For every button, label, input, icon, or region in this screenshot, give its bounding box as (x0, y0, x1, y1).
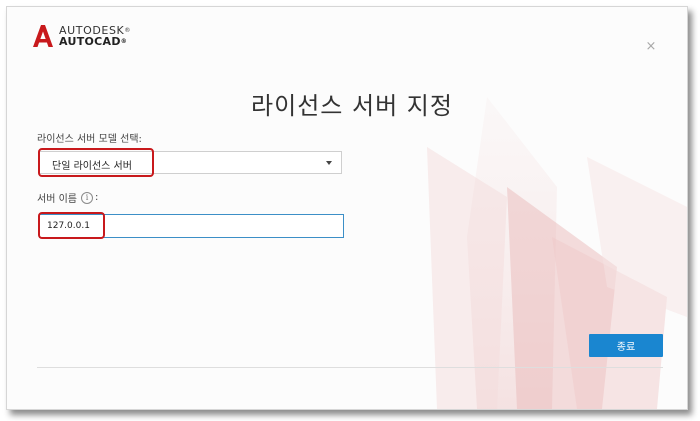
autodesk-autocad-logo: AUTODESK® AUTOCAD® (33, 25, 131, 47)
server-name-label-text: 서버 이름 (37, 194, 77, 205)
server-mode-dropdown[interactable]: 단일 라이선스 서버 (39, 151, 342, 174)
server-name-label-colon: : (94, 192, 99, 203)
finish-button[interactable]: 종료 (589, 334, 663, 357)
server-name-input[interactable] (39, 214, 344, 238)
info-icon[interactable]: i (80, 191, 93, 204)
footer-divider (37, 367, 663, 368)
product-name: AUTOCAD® (59, 35, 128, 48)
autodesk-a-logo-icon (33, 25, 53, 47)
license-dialog: AUTODESK® AUTOCAD® × 라이선스 서버 지정 라이선스 서버 … (6, 6, 688, 410)
server-mode-selected-value: 단일 라이선스 서버 (52, 161, 132, 172)
page-title: 라이선스 서버 지정 (251, 92, 453, 120)
server-name-label: 서버 이름 i : (37, 190, 98, 205)
close-icon[interactable]: × (644, 40, 658, 54)
server-mode-label: 라이선스 서버 모델 선택: (37, 134, 142, 145)
chevron-down-icon (326, 161, 332, 165)
